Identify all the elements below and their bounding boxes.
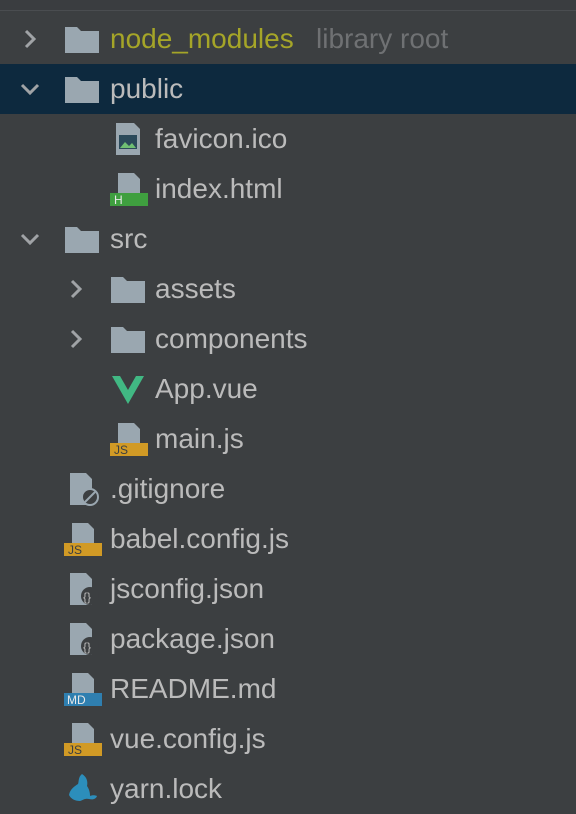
- tree-row-main-js[interactable]: JS main.js: [0, 414, 576, 464]
- js-badge-text: JS: [68, 543, 82, 557]
- tree-item-label: node_modules: [110, 23, 294, 54]
- tree-item-label: favicon.ico: [155, 123, 288, 154]
- tree-row-assets[interactable]: assets: [0, 264, 576, 314]
- tree-row-yarn-lock[interactable]: yarn.lock: [0, 764, 576, 814]
- folder-icon: [62, 221, 102, 257]
- md-badge-text: MD: [67, 693, 86, 707]
- js-file-icon: JS: [108, 421, 148, 457]
- js-file-icon: JS: [62, 521, 102, 557]
- html-file-icon: H: [108, 171, 148, 207]
- tree-item-label: App.vue: [155, 373, 258, 404]
- js-badge-text: JS: [68, 743, 82, 757]
- tree-item-label: vue.config.js: [110, 723, 266, 754]
- json-badge-text: {}: [83, 640, 91, 654]
- tree-row-package-json[interactable]: {} package.json: [0, 614, 576, 664]
- chevron-right-icon[interactable]: [61, 274, 91, 304]
- chevron-right-icon[interactable]: [15, 24, 45, 54]
- tree-row-babel-config[interactable]: JS babel.config.js: [0, 514, 576, 564]
- project-tree-panel: node_modules library root public favicon…: [0, 0, 576, 810]
- json-file-icon: {}: [62, 571, 102, 607]
- tree-row-components[interactable]: components: [0, 314, 576, 364]
- tree-item-label: README.md: [110, 673, 277, 704]
- ignore-file-icon: [62, 471, 102, 507]
- tree-row-src[interactable]: src: [0, 214, 576, 264]
- yarn-icon: [62, 771, 102, 807]
- folder-icon: [108, 271, 148, 307]
- js-badge-text: JS: [114, 443, 128, 457]
- tree-item-label: index.html: [155, 173, 283, 204]
- tree-row-readme[interactable]: MD README.md: [0, 664, 576, 714]
- tree-row-jsconfig[interactable]: {} jsconfig.json: [0, 564, 576, 614]
- tree-item-label: package.json: [110, 623, 276, 654]
- vue-icon: [108, 371, 148, 407]
- tree-row-gitignore[interactable]: .gitignore: [0, 464, 576, 514]
- chevron-down-icon[interactable]: [15, 74, 45, 104]
- tree-row-public[interactable]: public: [0, 64, 576, 114]
- chevron-right-icon[interactable]: [61, 324, 91, 354]
- tree-item-label: babel.config.js: [110, 523, 290, 554]
- tree-item-label: main.js: [155, 423, 244, 454]
- tree-row-vue-config[interactable]: JS vue.config.js: [0, 714, 576, 764]
- tree-item-label: jsconfig.json: [110, 573, 265, 604]
- folder-icon: [62, 71, 102, 107]
- folder-icon: [62, 21, 102, 57]
- image-file-icon: [108, 121, 148, 157]
- panel-top-edge: [0, 0, 576, 11]
- folder-icon: [108, 321, 148, 357]
- js-file-icon: JS: [62, 721, 102, 757]
- tree-item-label: src: [110, 223, 148, 254]
- tree-row-favicon[interactable]: favicon.ico: [0, 114, 576, 164]
- tree-item-label: assets: [155, 273, 236, 304]
- html-badge-text: H: [114, 193, 123, 207]
- tree-item-label: components: [155, 323, 308, 354]
- chevron-down-icon[interactable]: [15, 224, 45, 254]
- tree-item-label: .gitignore: [110, 473, 226, 504]
- tree-row-index-html[interactable]: H index.html: [0, 164, 576, 214]
- tree-row-node-modules[interactable]: node_modules library root: [0, 14, 576, 64]
- tree-row-app-vue[interactable]: App.vue: [0, 364, 576, 414]
- tree-item-label: yarn.lock: [110, 773, 223, 804]
- library-root-hint: library root: [316, 23, 449, 54]
- json-badge-text: {}: [83, 590, 91, 604]
- json-file-icon: {}: [62, 621, 102, 657]
- markdown-file-icon: MD: [62, 671, 102, 707]
- tree-item-label: public: [110, 73, 184, 104]
